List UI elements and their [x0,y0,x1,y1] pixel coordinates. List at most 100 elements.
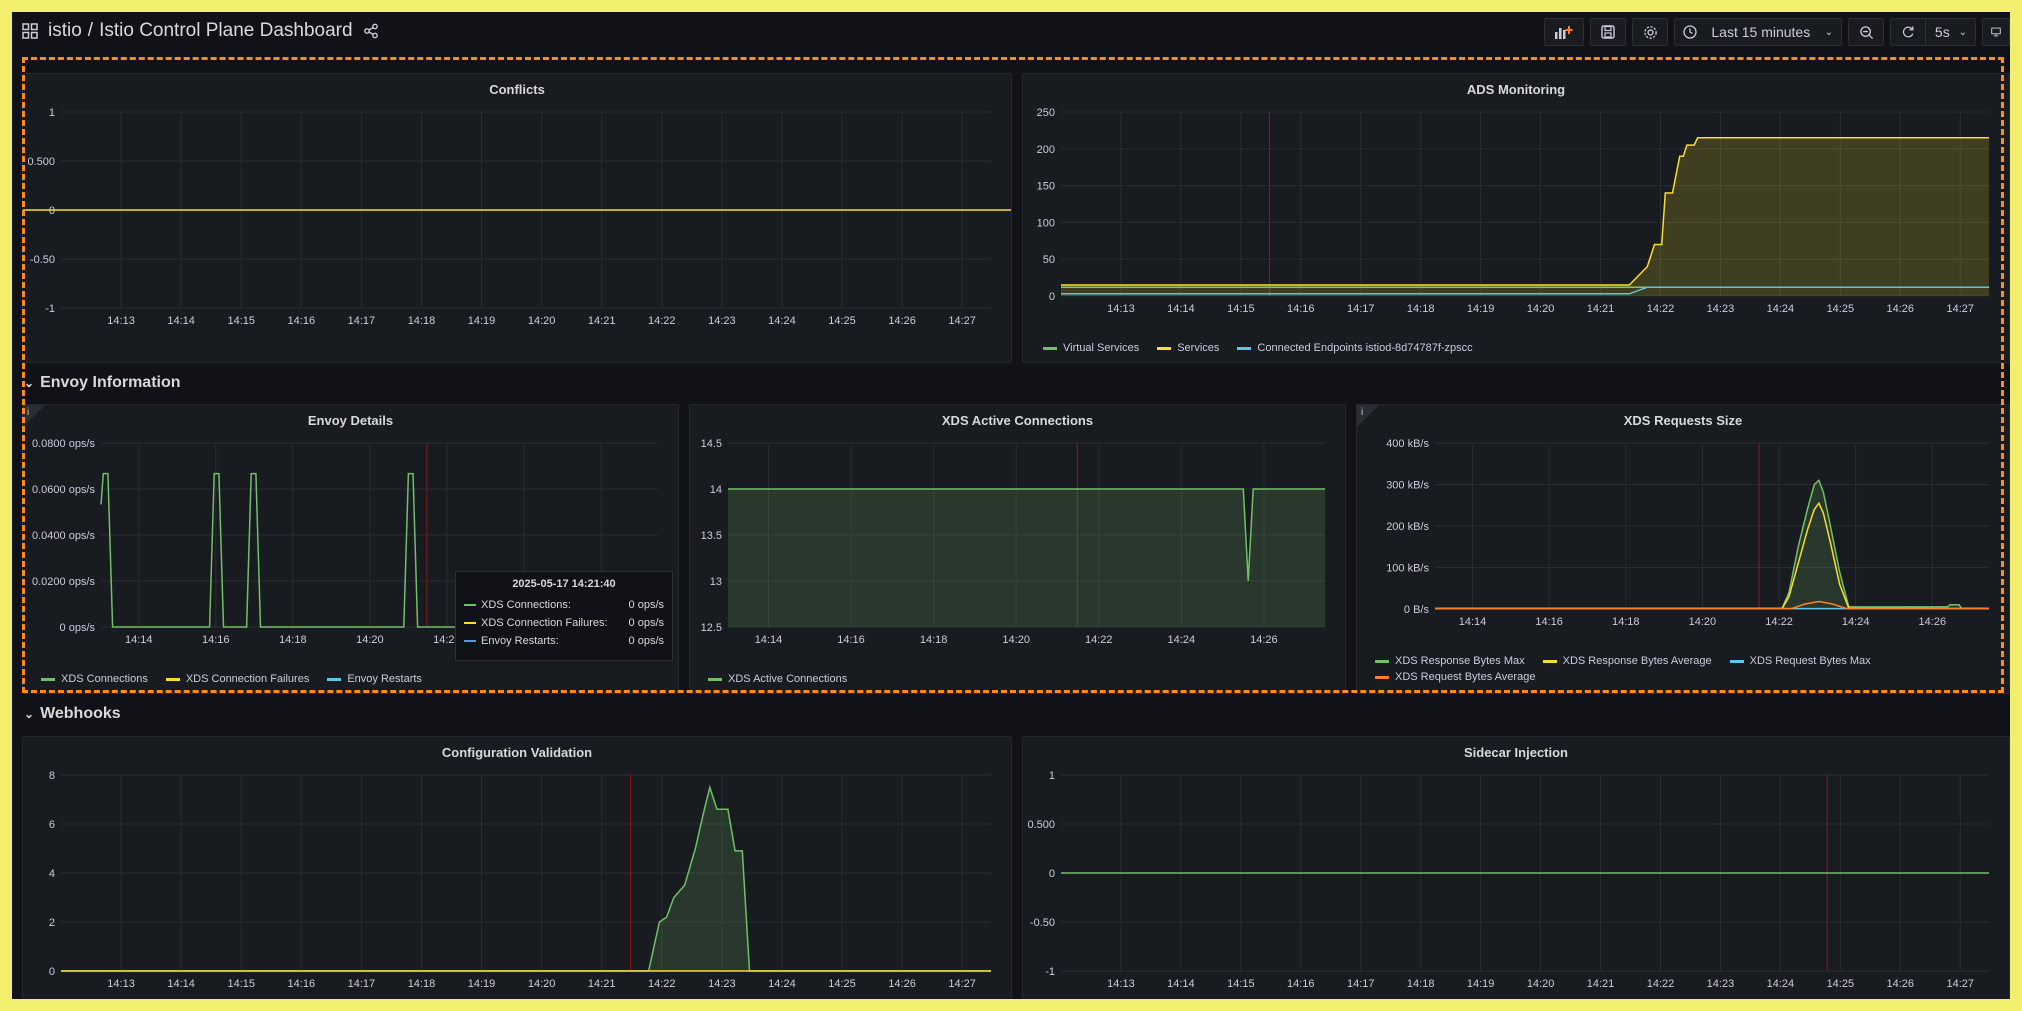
gear-icon [1643,25,1657,39]
chart-sidecar-injection[interactable]: 1 0.500 0 -0.50 -1 14:13 14:14 14:15 14:16 14:17 1… [1023,737,2010,999]
legend-item[interactable]: XDS Connections [41,673,148,685]
time-picker-button[interactable]: Last 15 minutes ⌄ [1674,18,1842,46]
panel-envoy-details[interactable]: i Envoy Details 0.0800 ops/s 0.0600 ops/s… [22,404,679,694]
x-tick-label: 14:14 [167,315,195,327]
panel-xds-requests-size[interactable]: i XDS Requests Size 400 kB/s 300 kB/s 200 … [1356,404,2010,694]
add-panel-button[interactable] [1544,18,1584,46]
x-tick-label: 14:27 [1946,978,1974,990]
tooltip-label: Envoy Restarts: [481,635,559,647]
x-tick-label: 14:16 [1287,303,1315,315]
legend-item[interactable]: XDS Response Bytes Average [1542,655,1712,667]
x-tick-label: 14:20 [528,315,556,327]
legend-swatch [165,677,180,681]
tooltip-value: 0 ops/s [628,617,664,629]
y-tick-label: 100 [1037,217,1055,229]
x-tick-label: 14:20 [1527,303,1555,315]
legend-item[interactable]: XDS Connection Failures [165,673,309,685]
panel-title: XDS Requests Size [1623,413,1743,428]
x-tick-label: 14:25 [1827,303,1855,315]
save-icon [1601,25,1615,39]
x-tick-label: 14:18 [1407,978,1435,990]
x-tick-label: 14:20 [1689,616,1717,628]
panel-ads-monitoring[interactable]: ADS Monitoring 250 200 150 100 50 0 14:13 14:14… [1022,73,2010,363]
panel-configuration-validation[interactable]: Configuration Validation 8 6 4 2 0 14:13 14:14… [22,736,1012,999]
tooltip-time: 2025-05-17 14:21:40 [512,578,616,590]
dashboards-grid-icon[interactable] [22,23,38,39]
x-tick-label: 14:22 [1085,634,1113,646]
panel-title: Envoy Details [307,413,394,428]
row-envoy-information[interactable]: ⌄ Envoy Information [24,374,181,392]
legend-item[interactable]: Services [1157,342,1219,354]
legend-item[interactable]: Connected Endpoints istiod-8d74787f-zpsc… [1237,342,1473,354]
chart-ads-monitoring[interactable]: 250 200 150 100 50 0 14:13 14:14 14:15 14:16 14:17… [1023,74,2010,363]
zoom-out-button[interactable] [1848,18,1884,46]
series-area [61,787,991,971]
settings-button[interactable] [1632,18,1668,46]
y-tick-label: 4 [49,868,55,880]
y-tick-label: 13 [710,576,722,588]
x-tick-label: 14:15 [1227,303,1255,315]
x-tick-label: 14:24 [1767,303,1795,315]
tv-mode-button[interactable] [1982,18,2010,46]
legend-label: XDS Request Bytes Average [1395,671,1536,683]
save-dashboard-button[interactable] [1590,18,1626,46]
y-tick-label: 0.0400 ops/s [32,530,95,542]
y-tick-label: 300 kB/s [1386,480,1429,492]
series-area [728,489,1325,627]
panel-conflicts[interactable]: Conflicts 1 0.500 0 -0.50 -1 14:13 14:14 14:15 1… [22,73,1012,363]
time-range-label: Last 15 minutes [1711,24,1811,40]
x-tick-label: 14:20 [356,634,384,646]
y-tick-label: 13.5 [701,530,722,542]
row-title: Envoy Information [40,374,181,391]
y-tick-label: 0.500 [1027,819,1055,831]
panel-title: Conflicts [489,82,545,97]
x-tick-label: 14:27 [1946,303,1974,315]
y-tick-label: -0.50 [30,254,55,266]
panel-xds-active-connections[interactable]: XDS Active Connections 14.5 14 13.5 13 12.5 1… [689,404,1346,694]
panel-title: XDS Active Connections [941,413,1094,428]
y-tick-label: 200 [1037,144,1055,156]
y-tick-label: 0.500 [27,156,55,168]
chart-conflicts[interactable]: 1 0.500 0 -0.50 -1 14:13 14:14 14:15 14:16 14:17 1… [23,74,1012,363]
legend-label: XDS Active Connections [728,673,848,685]
chart-xds-requests-size[interactable]: 400 kB/s 300 kB/s 200 kB/s 100 kB/s 0 B/s 14:… [1357,405,2010,694]
share-icon[interactable] [363,23,379,39]
legend-item[interactable]: XDS Active Connections [708,673,847,685]
x-tick-label: 14:26 [1250,634,1278,646]
legend-item[interactable]: XDS Response Bytes Max [1375,655,1525,667]
x-tick-label: 14:24 [1842,616,1870,628]
x-tick-label: 14:19 [468,315,496,327]
x-tick-label: 14:25 [828,315,856,327]
chart-configuration-validation[interactable]: 8 6 4 2 0 14:13 14:14 14:15 14:16 14:17 14:18 14:19… [23,737,1012,999]
legend-item[interactable]: XDS Request Bytes Average [1375,671,1535,683]
legend-item[interactable]: Envoy Restarts [327,673,422,685]
tooltip-swatch [464,622,476,624]
chart-xds-active-connections[interactable]: 14.5 14 13.5 13 12.5 14:14 14:16 14:18 14:20 14:2… [690,405,1346,694]
panel-title: Configuration Validation [441,745,593,760]
tooltip-value: 0 ops/s [628,599,664,611]
x-tick-label: 14:13 [107,315,135,327]
row-webhooks[interactable]: ⌄ Webhooks [24,705,121,723]
series-line [1435,478,1989,609]
x-tick-label: 14:22 [1765,616,1793,628]
refresh-picker[interactable]: 5s ⌄ [1890,18,1976,46]
x-tick-label: 14:16 [1535,616,1563,628]
refresh-button[interactable] [1891,19,1926,45]
clock-icon [1683,25,1697,39]
x-tick-label: 14:23 [1707,978,1735,990]
top-bar: istio / Istio Control Plane Dashboard La… [12,12,2010,50]
tooltip-swatch [464,640,476,642]
x-tick-label: 14:19 [1467,303,1495,315]
legend-swatch [1375,675,1389,679]
panel-sidecar-injection[interactable]: Sidecar Injection 1 0.500 0 -0.50 -1 14:13 14:… [1022,736,2010,999]
chart-legend: XDS Response Bytes Max XDS Response Byte… [1375,655,1975,683]
x-tick-label: 14:14 [1459,616,1487,628]
x-tick-label: 14:25 [1827,978,1855,990]
legend-item[interactable]: Virtual Services [1043,342,1139,354]
x-tick-label: 14:14 [167,978,195,990]
x-tick-label: 14:24 [768,978,796,990]
x-tick-label: 14:18 [408,978,436,990]
legend-item[interactable]: XDS Request Bytes Max [1729,655,1871,667]
dashboard-title[interactable]: Istio Control Plane Dashboard [99,20,352,42]
folder-link[interactable]: istio [48,20,82,42]
